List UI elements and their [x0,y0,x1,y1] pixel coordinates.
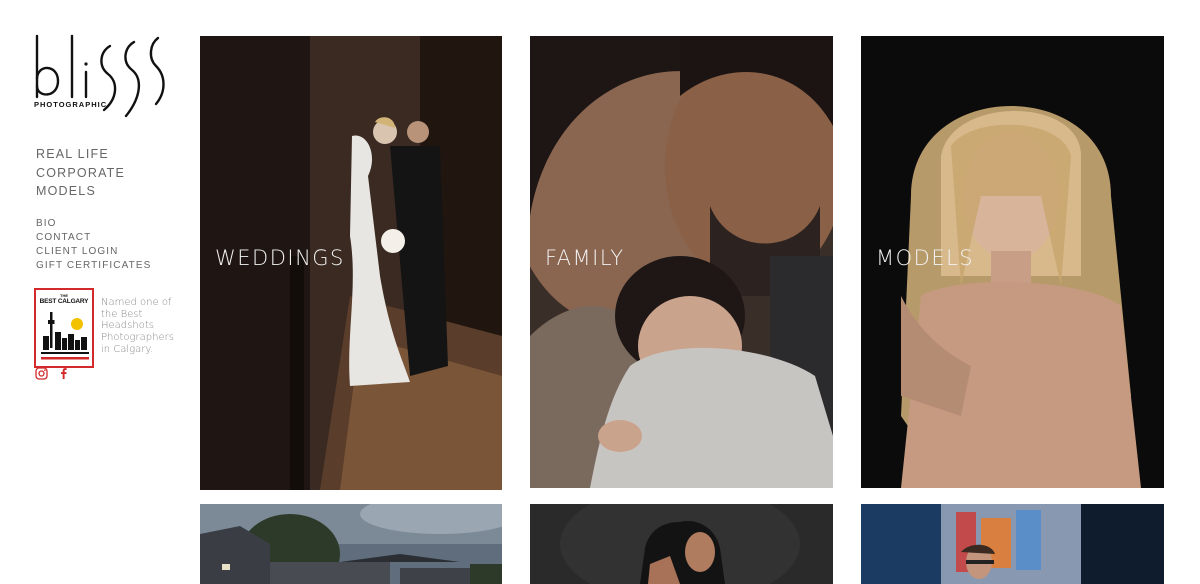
calgary-skyline-icon [41,312,89,360]
nav-contact[interactable]: CONTACT [36,231,151,245]
gallery-tile-real-estate[interactable] [200,504,502,584]
gallery-tile-family[interactable]: FAMILY [530,36,833,488]
headshot-photo [530,504,833,584]
nav-corporate[interactable]: CORPORATE [36,164,125,183]
instagram-icon[interactable] [35,367,48,380]
gallery-tile-weddings[interactable]: WEDDINGS [200,36,502,490]
logo-subtitle: PHOTOGRAPHIC [34,100,108,109]
nav-models[interactable]: MODELS [36,182,125,201]
nav-real-life[interactable]: REAL LIFE [36,145,125,164]
nav-client-login[interactable]: CLIENT LOGIN [36,245,151,259]
badge-title: BEST CALGARY [39,298,89,305]
social-links [35,367,70,380]
primary-nav: REAL LIFE CORPORATE MODELS [36,145,125,201]
tile-caption: FAMILY [545,246,625,270]
house-photo [200,504,502,584]
award-description: Named one of the Best Headshots Photogra… [101,297,174,355]
site-logo[interactable]: bliss PHOTOGRAPHIC [34,34,174,122]
nav-gift-certificates[interactable]: GIFT CERTIFICATES [36,259,151,273]
gallery-tile-headshots[interactable] [530,504,833,584]
corporate-event-photo [861,504,1164,584]
tile-caption: MODELS [876,246,975,270]
tile-caption: WEDDINGS [215,246,345,270]
gallery-tile-corporate[interactable] [861,504,1164,584]
gallery-tile-models[interactable]: MODELS [861,36,1164,488]
facebook-icon[interactable] [57,367,70,380]
secondary-nav: BIO CONTACT CLIENT LOGIN GIFT CERTIFICAT… [36,217,151,273]
nav-bio[interactable]: BIO [36,217,151,231]
best-calgary-badge[interactable]: THE BEST CALGARY [34,288,94,368]
